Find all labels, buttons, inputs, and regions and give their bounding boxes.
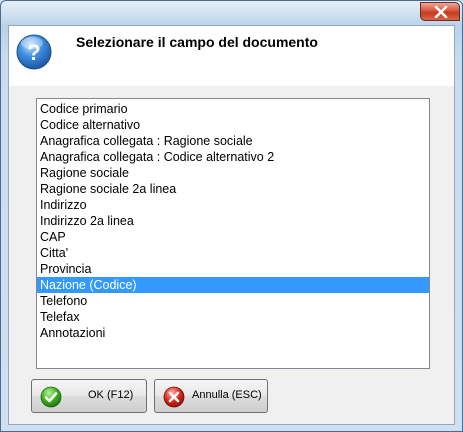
list-item[interactable]: Codice primario <box>37 101 429 117</box>
close-icon <box>434 6 448 18</box>
list-item[interactable]: Telefax <box>37 309 429 325</box>
dialog-window: ? Selezionare il campo del documento Cod… <box>0 0 463 432</box>
ok-button[interactable]: OK (F12) <box>31 379 147 413</box>
cancel-icon <box>163 386 185 408</box>
cancel-button-label: Annulla (ESC) <box>192 389 262 401</box>
dialog-title: Selezionare il campo del documento <box>76 34 318 50</box>
svg-text:?: ? <box>27 40 40 65</box>
list-item[interactable]: Telefono <box>37 293 429 309</box>
list-item-selected[interactable]: Nazione (Codice) <box>37 277 429 293</box>
field-list: Codice primario Codice alternativo Anagraf… <box>37 99 429 341</box>
list-item[interactable]: Annotazioni <box>37 325 429 341</box>
list-item[interactable]: Anagrafica collegata : Codice alternativ… <box>37 149 429 165</box>
cancel-button[interactable]: Annulla (ESC) <box>154 379 268 413</box>
check-icon <box>40 386 62 408</box>
question-icon: ? <box>16 34 52 70</box>
list-item[interactable]: Provincia <box>37 261 429 277</box>
list-item[interactable]: CAP <box>37 229 429 245</box>
list-item[interactable]: Ragione sociale 2a linea <box>37 181 429 197</box>
title-bar[interactable] <box>1 1 462 25</box>
close-button[interactable] <box>420 2 460 21</box>
list-item[interactable]: Indirizzo <box>37 197 429 213</box>
list-item[interactable]: Citta' <box>37 245 429 261</box>
list-item[interactable]: Codice alternativo <box>37 117 429 133</box>
list-item[interactable]: Anagrafica collegata : Ragione sociale <box>37 133 429 149</box>
dialog-header: ? Selezionare il campo del documento <box>9 26 454 86</box>
ok-button-label: OK (F12) <box>88 389 134 401</box>
dialog-body: ? Selezionare il campo del documento Cod… <box>8 25 455 425</box>
field-listbox[interactable]: Codice primario Codice alternativo Anagraf… <box>36 98 430 369</box>
list-item[interactable]: Indirizzo 2a linea <box>37 213 429 229</box>
list-item[interactable]: Ragione sociale <box>37 165 429 181</box>
